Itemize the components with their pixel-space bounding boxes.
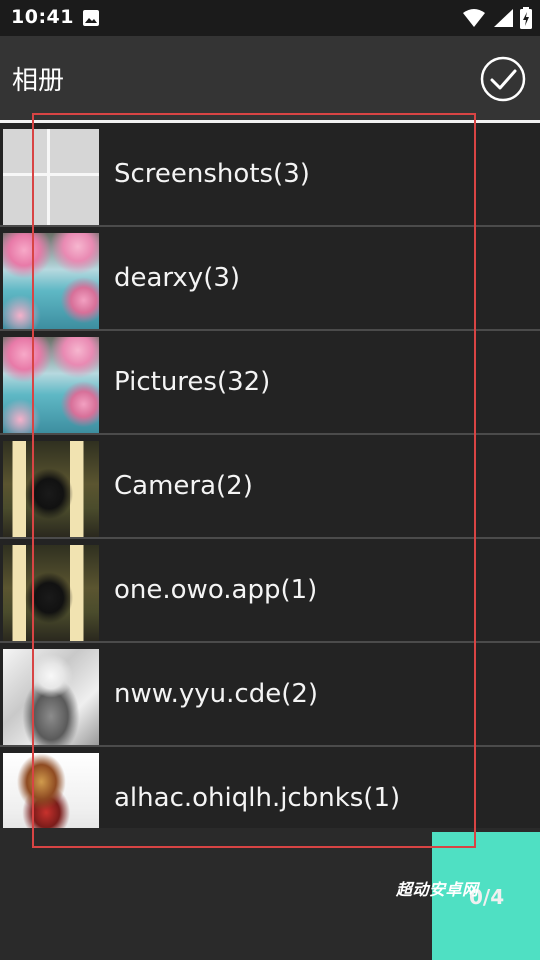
album-name: dearxy(3) (114, 263, 241, 293)
status-time: 10:41 (11, 6, 74, 28)
album-thumbnail (3, 129, 99, 225)
album-name: Camera(2) (114, 471, 253, 501)
app-bar: 相册 (0, 36, 540, 120)
album-item-nww-yyu-cde[interactable]: nww.yyu.cde(2) (0, 643, 540, 747)
album-thumbnail (3, 233, 99, 329)
album-name: alhac.ohiqlh.jcbnks(1) (114, 783, 401, 813)
album-item-screenshots[interactable]: Screenshots(3) (0, 123, 540, 227)
status-bar: 10:41 (0, 0, 540, 36)
cellular-signal-icon (494, 9, 513, 27)
check-circle-icon (480, 56, 526, 102)
album-thumbnail (3, 337, 99, 433)
album-name: Pictures(32) (114, 367, 271, 397)
wifi-icon (463, 9, 485, 27)
album-name: nww.yyu.cde(2) (114, 679, 319, 709)
album-thumbnail (3, 649, 99, 745)
album-thumbnail (3, 753, 99, 828)
album-list[interactable]: Screenshots(3) dearxy(3) Pictures(32) Ca… (0, 123, 540, 828)
photo-icon (83, 10, 99, 26)
album-item-one-owo-app[interactable]: one.owo.app(1) (0, 539, 540, 643)
status-icons (462, 6, 532, 30)
album-thumbnail (3, 545, 99, 641)
album-item-dearxy[interactable]: dearxy(3) (0, 227, 540, 331)
album-name: Screenshots(3) (114, 159, 310, 189)
album-item-alhac-ohiqlh-jcbnks[interactable]: alhac.ohiqlh.jcbnks(1) (0, 747, 540, 828)
album-thumbnail (3, 441, 99, 537)
album-item-camera[interactable]: Camera(2) (0, 435, 540, 539)
page-title: 相册 (12, 66, 65, 96)
album-item-pictures[interactable]: Pictures(32) (0, 331, 540, 435)
album-name: one.owo.app(1) (114, 575, 318, 605)
watermark: 超动安卓网 (396, 880, 479, 899)
confirm-button[interactable] (480, 56, 526, 102)
battery-charging-icon (520, 7, 532, 29)
